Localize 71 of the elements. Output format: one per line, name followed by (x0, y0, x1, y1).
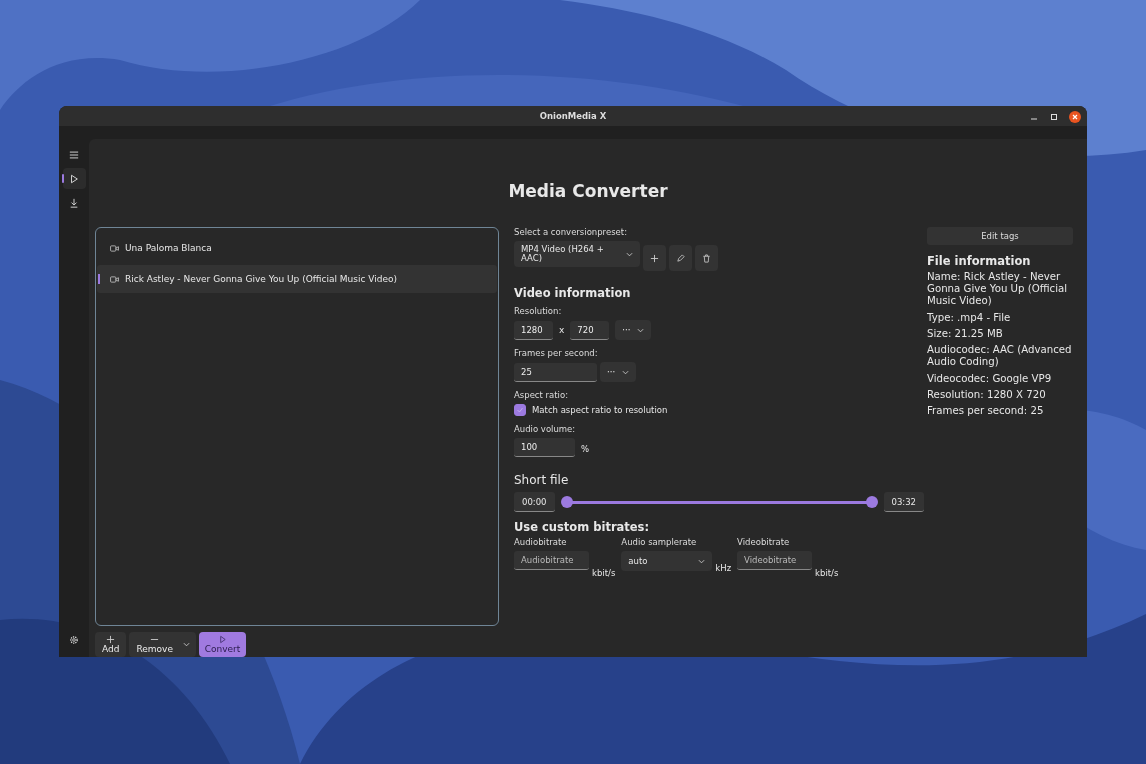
range-slider[interactable] (560, 496, 878, 508)
fps-field[interactable]: 25 (514, 362, 597, 382)
file-item[interactable]: Una Paloma Blanca (97, 234, 497, 262)
info-text: Size: 21.25 MB (927, 327, 1004, 341)
end-time-field[interactable]: 03:32 (883, 492, 924, 512)
field-label: Audio volume: (514, 424, 577, 435)
chevron-down-icon (182, 642, 190, 647)
video-camera-icon (110, 244, 119, 252)
plus-icon (106, 635, 116, 644)
field-label: Audiobitrate (514, 537, 568, 548)
height-field[interactable]: 720 (570, 320, 610, 340)
field-label: Audio samplerate (621, 537, 698, 548)
slider-thumb[interactable] (560, 496, 573, 508)
slider-thumb[interactable] (865, 496, 878, 508)
play-icon (69, 173, 79, 184)
field-label: Aspect ratio: (514, 390, 570, 401)
maximize-icon[interactable] (1049, 112, 1059, 122)
checkbox-label: Match aspect ratio to resolution (532, 405, 668, 415)
input-field[interactable]: Audiobitrate (514, 551, 589, 570)
field-label: Resolution: (514, 306, 563, 317)
field-label: Frames per second: (514, 348, 599, 359)
info-text: Name: Rick Astley - Never Gonna Give You Up (Official Music Video) (927, 271, 1069, 308)
info-text: Type: .mp4 - File (927, 311, 1012, 324)
close-icon[interactable] (1069, 111, 1081, 123)
start-time-field[interactable]: 00:00 (514, 492, 555, 512)
info-text: Resolution: 1280 X 720 (927, 388, 1047, 402)
download-icon (69, 197, 79, 208)
checkbox[interactable] (514, 404, 526, 416)
chevron-down-icon (637, 327, 645, 333)
trash-icon (702, 253, 711, 263)
add-button[interactable]: Add (95, 632, 127, 657)
separator-text: x (559, 325, 565, 335)
info-text: Frames per second: 25 (927, 405, 1045, 418)
window-title: OnionMedia X (539, 111, 607, 121)
section-title: Video information (514, 286, 632, 300)
section-title: File information (927, 254, 1032, 268)
info-text: Videocodec: Google VP9 (927, 372, 1053, 385)
unit-text: kbit/s (592, 568, 616, 578)
section-title: Use custom bitrates: (514, 520, 651, 534)
edit-tags-button[interactable]: Edit tags (927, 227, 1073, 245)
video-camera-icon (110, 275, 119, 283)
plus-icon (650, 253, 659, 263)
delete-preset-button[interactable] (695, 245, 718, 271)
unit-text: % (581, 443, 590, 454)
page-title: Media Converter (507, 181, 669, 203)
settings-icon[interactable] (69, 635, 79, 645)
pencil-icon (676, 253, 685, 263)
preset-dropdown[interactable]: MP4 Video (H264 + AAC) (514, 241, 640, 267)
width-field[interactable]: 1280 (514, 320, 553, 340)
sidebar-item[interactable] (62, 168, 86, 189)
field-label: Select a conversionpreset: (514, 227, 628, 238)
convert-button[interactable]: Convert (198, 632, 246, 657)
info-text: Audiocodec: AAC (Advanced Audio Coding) (927, 344, 1073, 369)
resolution-dropdown[interactable]: ··· (615, 320, 652, 340)
checkmark-icon (515, 405, 525, 415)
chevron-down-icon (698, 558, 706, 564)
chevron-down-icon (626, 251, 633, 257)
field-label: Videobitrate (737, 537, 791, 548)
unit-text: kbit/s (815, 568, 839, 578)
remove-button[interactable]: Remove (129, 632, 196, 657)
input-field[interactable]: Videobitrate (737, 551, 813, 570)
file-item[interactable]: Rick Astley - Never Gonna Give You Up (Official Music Video) (97, 265, 497, 293)
menu-icon (69, 149, 79, 160)
unit-text: kHz (715, 563, 732, 573)
fps-dropdown[interactable]: ··· (600, 362, 636, 382)
samplerate-dropdown[interactable]: auto (621, 551, 713, 571)
chevron-down-icon (622, 369, 629, 375)
add-preset-button[interactable] (643, 245, 666, 271)
section-title: Short file (514, 473, 570, 487)
volume-field[interactable]: 100 (514, 438, 575, 457)
play-icon (217, 635, 227, 644)
